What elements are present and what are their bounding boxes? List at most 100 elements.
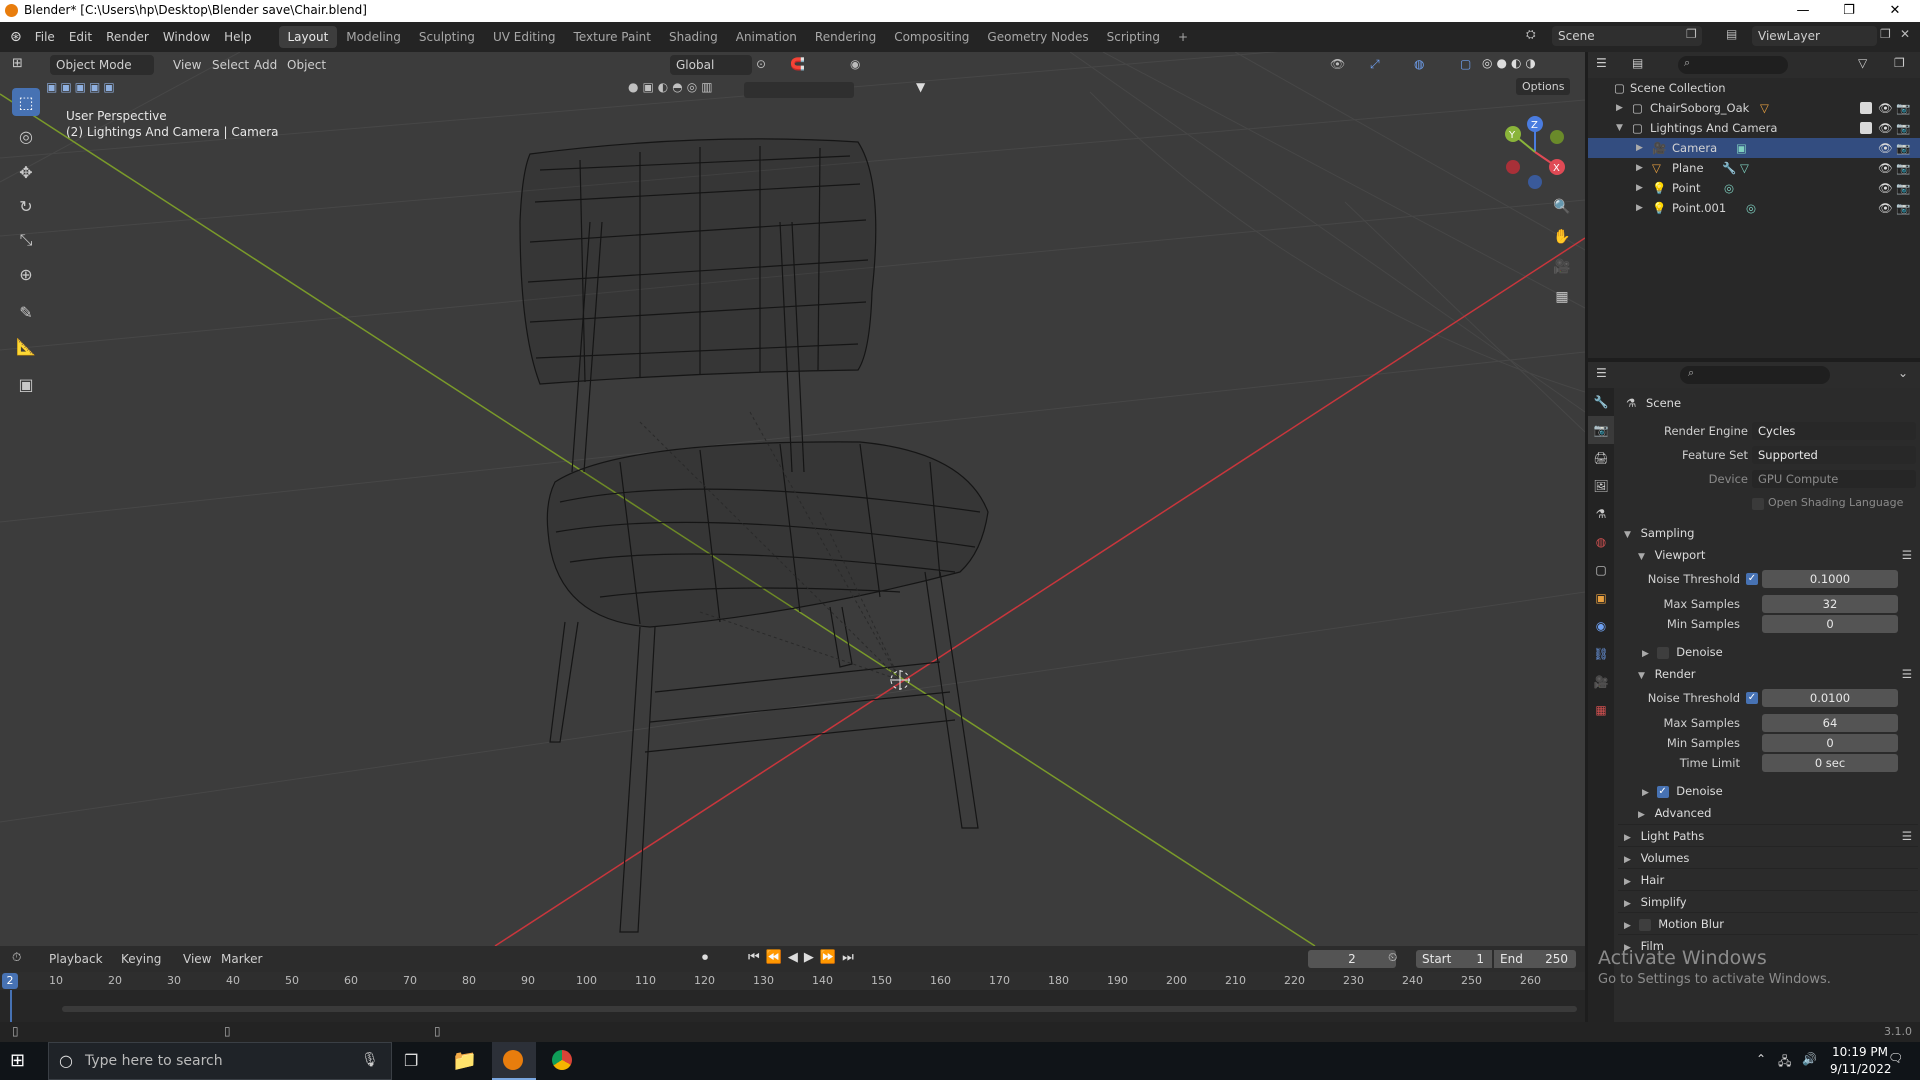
outliner-editor-icon[interactable]: ☰	[1596, 56, 1607, 70]
tool-tab-icon[interactable]: 🔧	[1588, 388, 1614, 416]
new-collection-icon[interactable]: ❐	[1894, 56, 1905, 70]
render-camera-icon[interactable]: 📷	[1896, 158, 1910, 178]
advanced-subpanel-header[interactable]: ▶ Advanced	[1618, 802, 1918, 824]
shading-mode-icons[interactable]: ◎●◐◑	[1482, 56, 1540, 70]
axis-gizmo-icon[interactable]: Z Y X	[1495, 112, 1575, 192]
snap-icon[interactable]: 🧲	[790, 57, 805, 71]
texture-tab-icon[interactable]: ▦	[1588, 696, 1614, 724]
output-tab-icon[interactable]: 🖨	[1588, 444, 1614, 472]
viewport-menu-object[interactable]: Object	[280, 54, 333, 76]
timeline-menu-keying[interactable]: Keying	[114, 948, 168, 970]
navigation-gizmo[interactable]: Z Y X	[1495, 112, 1575, 192]
outliner-filter-icon[interactable]: ▽	[1858, 56, 1867, 70]
transform-orientation-dropdown[interactable]: Global	[670, 55, 752, 75]
expand-arrow-icon[interactable]: ▶	[1616, 98, 1623, 118]
outliner-row-point[interactable]: ▶ 💡 Point ◎ 👁 📷	[1588, 178, 1920, 198]
add-cube-tool-icon[interactable]: ▣	[12, 370, 40, 398]
taskbar-search-box[interactable]: ○ Type here to search 🎙	[48, 1042, 392, 1080]
visibility-icon[interactable]: 👁	[1330, 57, 1345, 71]
view-layer-tab-icon[interactable]: 🖼	[1588, 472, 1614, 500]
viewport-menu-add[interactable]: Add	[247, 54, 284, 76]
add-workspace-button[interactable]: +	[1169, 26, 1197, 48]
object-mode-dropdown[interactable]: Object Mode	[50, 55, 154, 75]
viewport-denoise-row[interactable]: ▶ Denoise	[1618, 641, 1918, 663]
volume-icon[interactable]: 🔊	[1802, 1052, 1817, 1066]
maximize-button[interactable]: ❐	[1826, 0, 1872, 22]
outliner-row-plane[interactable]: ▶ ▽ Plane 🔧 ▽ 👁 📷	[1588, 158, 1920, 178]
max-samples-field[interactable]: 32	[1762, 595, 1898, 613]
viewport-denoise-checkbox[interactable]	[1656, 646, 1669, 659]
feature-set-dropdown[interactable]: Supported	[1752, 446, 1916, 464]
presets-list-icon[interactable]: ☰	[1902, 825, 1912, 847]
viewport-menu-view[interactable]: View	[166, 54, 208, 76]
tab-shading[interactable]: Shading	[660, 26, 727, 48]
windows-start-icon[interactable]: ⊞	[10, 1050, 25, 1071]
menu-help[interactable]: Help	[217, 26, 258, 48]
playback-controls-icons[interactable]: ⏮⏪◀▶⏩⏭	[748, 950, 860, 965]
world-tab-icon[interactable]: ◍	[1588, 528, 1614, 556]
constraints-tab-icon[interactable]: ⛓	[1588, 640, 1614, 668]
visibility-eye-icon[interactable]: 👁	[1878, 118, 1893, 138]
expand-arrow-icon[interactable]: ▶	[1636, 138, 1643, 158]
chair-wireframe[interactable]	[519, 138, 989, 933]
gizmo-toggle-icon[interactable]: ⤢	[1370, 57, 1380, 72]
timeline-editor-icon[interactable]: ⏱	[12, 950, 21, 965]
clock-time[interactable]: 10:19 PM	[1832, 1045, 1888, 1059]
render-camera-icon[interactable]: 📷	[1896, 98, 1910, 118]
editor-type-icon[interactable]: ⊞	[12, 56, 23, 71]
viewport-subpanel-header[interactable]: ▼ Viewport ☰	[1618, 544, 1918, 566]
ortho-grid-icon[interactable]: ▦	[1549, 284, 1575, 310]
collapse-arrow-icon[interactable]: ▼	[1616, 118, 1623, 138]
collection-tab-icon[interactable]: ▢	[1588, 556, 1614, 584]
scale-tool-icon[interactable]: ⤡	[12, 226, 40, 254]
timeline-menu-marker[interactable]: Marker	[214, 948, 269, 970]
outliner-row-camera[interactable]: ▶ 🎥 Camera ▣ 👁 📷	[1588, 138, 1920, 158]
tab-sculpting[interactable]: Sculpting	[410, 26, 484, 48]
object-data-tab-icon[interactable]: 🎥	[1588, 668, 1614, 696]
cursor-tool-icon[interactable]: ◎	[12, 122, 40, 150]
visibility-eye-icon[interactable]: 👁	[1878, 158, 1893, 178]
render-subpanel-header[interactable]: ▼ Render ☰	[1618, 663, 1918, 685]
noise-threshold-field[interactable]: 0.1000	[1762, 570, 1898, 588]
playhead-line[interactable]	[10, 990, 12, 1026]
microphone-icon[interactable]: 🎙	[361, 1052, 379, 1068]
motion-blur-checkbox[interactable]	[1638, 918, 1651, 931]
scene-selector[interactable]: Scene	[1552, 26, 1702, 46]
motion-blur-panel-header[interactable]: ▶ Motion Blur	[1618, 912, 1918, 934]
render-camera-icon[interactable]: 📷	[1896, 118, 1910, 138]
menu-file[interactable]: File	[28, 26, 62, 48]
move-tool-icon[interactable]: ✥	[12, 158, 40, 186]
viewlayer-selector[interactable]: ViewLayer	[1752, 26, 1877, 46]
overlay-toggle-icon[interactable]: ◍	[1414, 57, 1424, 71]
start-frame-field[interactable]: Start 1	[1416, 950, 1492, 968]
new-scene-icon[interactable]: ❐	[1686, 27, 1697, 41]
chrome-app-icon[interactable]	[552, 1050, 572, 1070]
render-engine-dropdown[interactable]: Cycles	[1752, 422, 1916, 440]
tab-layout[interactable]: Layout	[278, 26, 338, 48]
presets-list-icon[interactable]: ☰	[1902, 544, 1912, 566]
select-box-tool-icon[interactable]: ⬚	[12, 88, 40, 116]
tray-chevron-icon[interactable]: ⌃	[1756, 1052, 1766, 1066]
rotate-tool-icon[interactable]: ↻	[12, 192, 40, 220]
auto-keying-icon[interactable]: ⏺	[702, 950, 708, 965]
scene-tab-icon[interactable]: ⚗	[1588, 500, 1614, 528]
render-camera-icon[interactable]: 📷	[1896, 138, 1910, 158]
menu-window[interactable]: Window	[156, 26, 217, 48]
frame-ruler[interactable]: 2 10 20 30 40 50 60 70 80 90 100 110 120…	[0, 972, 1585, 990]
visibility-eye-icon[interactable]: 👁	[1878, 178, 1893, 198]
min-samples-field[interactable]: 0	[1762, 734, 1898, 752]
clock-date[interactable]: 9/11/2022	[1830, 1062, 1892, 1076]
noise-threshold-field[interactable]: 0.0100	[1762, 689, 1898, 707]
timeline-menu-playback[interactable]: Playback	[42, 948, 110, 970]
visibility-eye-icon[interactable]: 👁	[1878, 138, 1893, 158]
remove-viewlayer-icon[interactable]: ✕	[1900, 27, 1910, 41]
notifications-icon[interactable]: 🗨	[1888, 1051, 1903, 1065]
task-view-icon[interactable]: ❐	[404, 1051, 418, 1070]
render-camera-icon[interactable]: 📷	[1896, 198, 1910, 218]
exclude-checkbox[interactable]	[1860, 102, 1872, 114]
3d-viewport[interactable]: User Perspective (2) Lightings And Camer…	[0, 52, 1585, 946]
timeline-menu-view[interactable]: View	[176, 948, 218, 970]
properties-search-input[interactable]	[1680, 366, 1830, 384]
tab-uv-editing[interactable]: UV Editing	[484, 26, 565, 48]
expand-arrow-icon[interactable]: ▶	[1636, 198, 1643, 218]
